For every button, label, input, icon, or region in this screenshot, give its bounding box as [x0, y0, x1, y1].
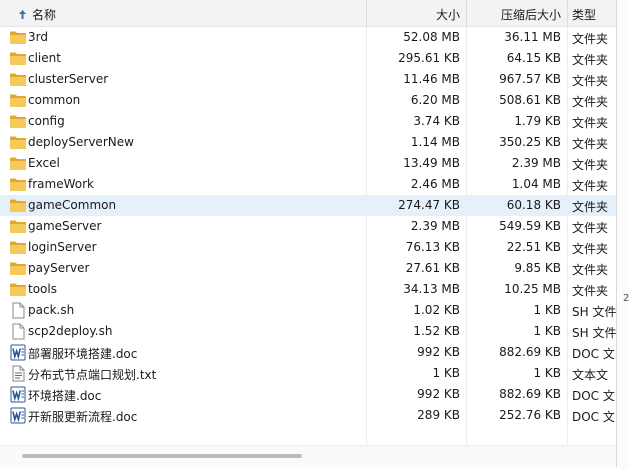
list-border [0, 0, 617, 467]
edge-text: 2 [623, 293, 629, 304]
vertical-scrollbar[interactable] [616, 0, 629, 468]
